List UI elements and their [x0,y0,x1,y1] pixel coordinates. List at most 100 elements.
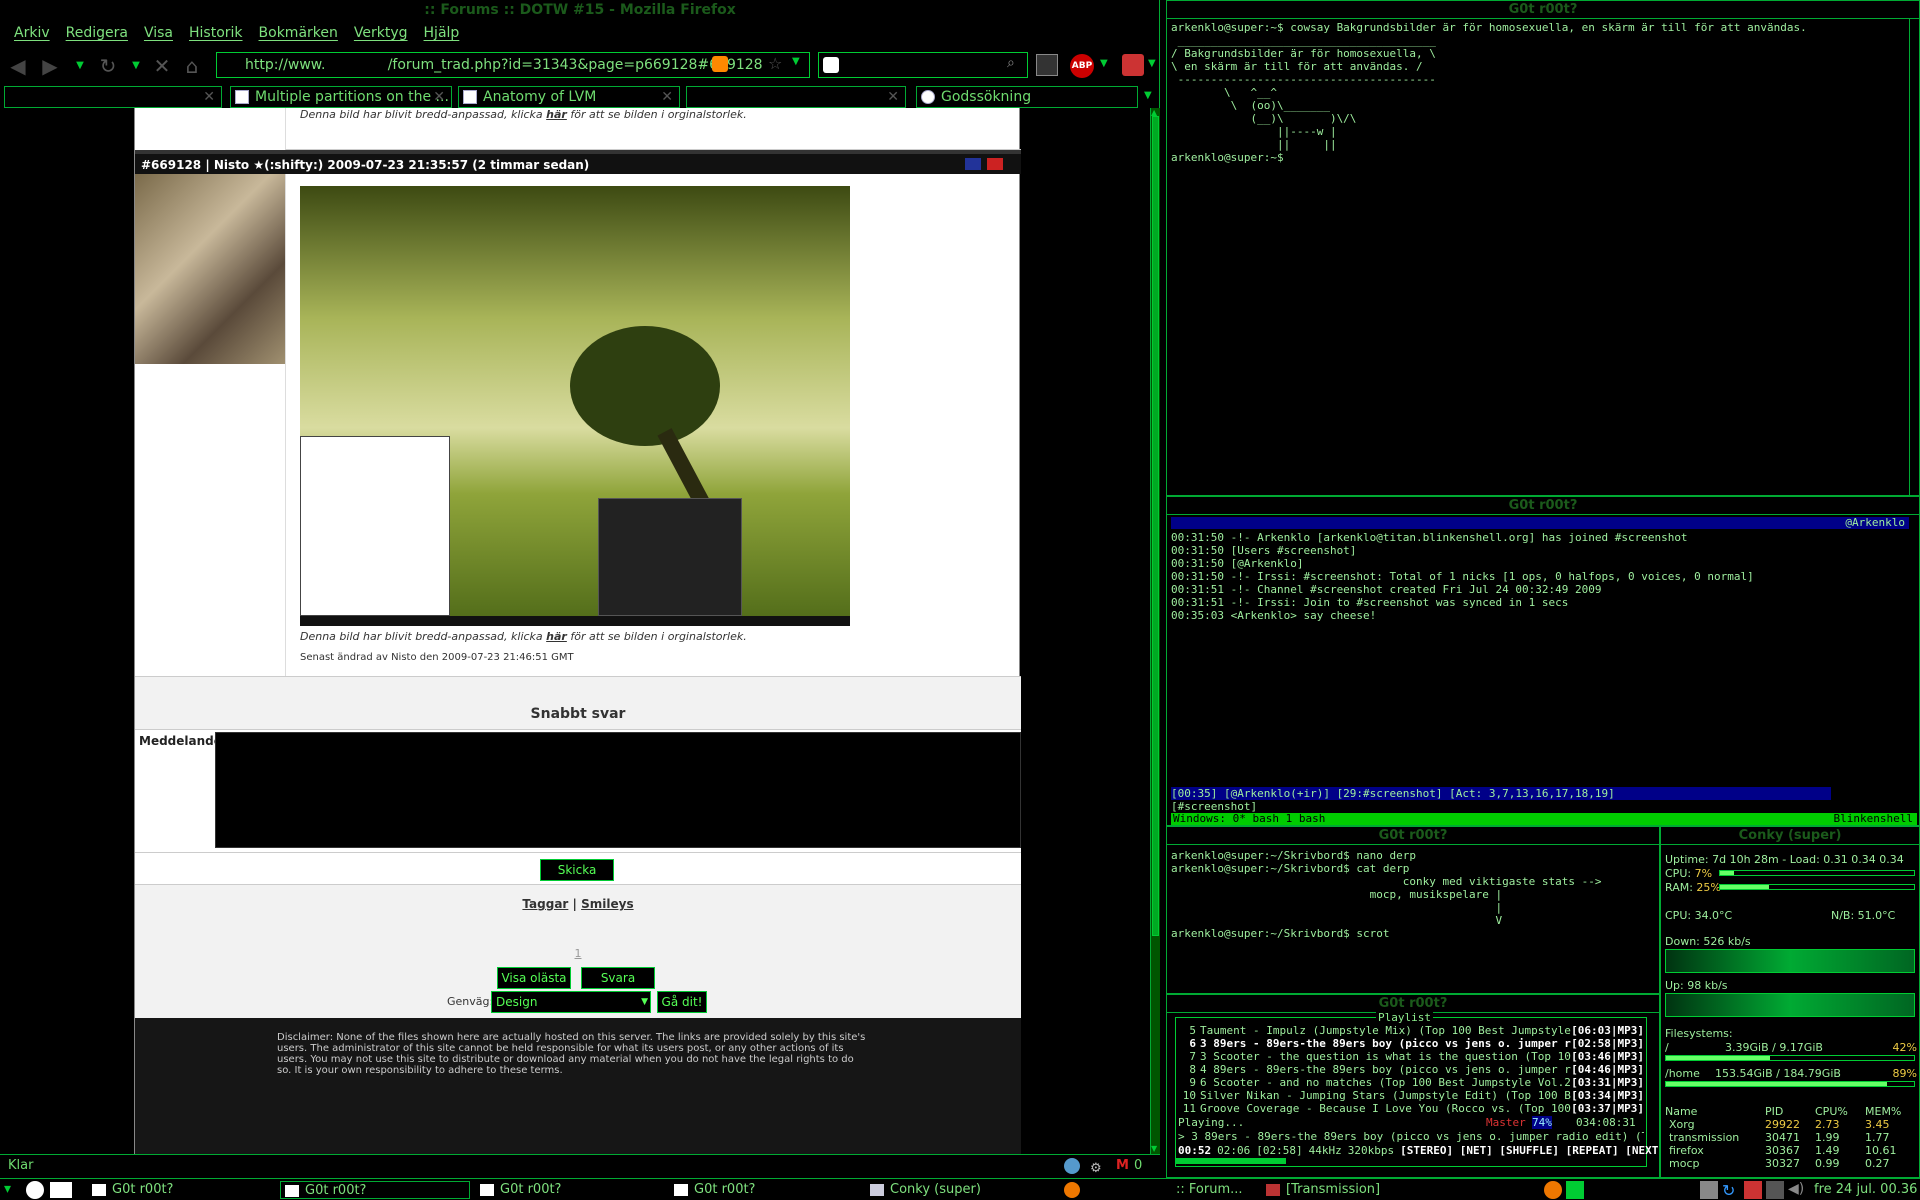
list-item[interactable]: 84 89ers - 89ers-the 89ers boy (picco vs… [1178,1063,1644,1076]
scrollbar[interactable]: ▲ ▼ [1150,108,1160,1154]
menu-visa[interactable]: Visa [136,20,181,46]
close-icon[interactable]: ✕ [203,87,215,107]
close-icon[interactable]: ✕ [661,87,673,107]
menu-bokmarken[interactable]: Bokmärken [251,20,346,46]
tab-list-icon[interactable]: ▼ [1144,90,1152,101]
terminal-irssi[interactable]: G0t r00t? @Arkenklo 00:31:50 -!- Arkenkl… [1166,496,1920,826]
screenshot-image[interactable] [300,186,850,626]
terminal-cowsay[interactable]: G0t r00t? arkenklo@super:~$ cowsay Bakgr… [1166,0,1920,496]
table-row: mocp 30327 0.99 0.27 [1669,1157,1890,1170]
list-item[interactable]: 63 89ers - 89ers-the 89ers boy (picco vs… [1178,1037,1644,1050]
reload-dropdown-icon[interactable]: ▼ [124,54,148,78]
original-size-link[interactable]: här [546,630,567,643]
taskbar-item-transmission[interactable]: [Transmission] [1262,1181,1422,1199]
menu-hjalp[interactable]: Hjälp [416,20,468,46]
show-desktop-icon[interactable] [50,1182,72,1198]
scroll-thumb[interactable] [1152,116,1159,936]
taskbar-item-terminal-2[interactable]: G0t r00t? [280,1181,470,1199]
extension-dropdown-icon[interactable]: ▼ [1148,58,1156,69]
scroll-down-icon[interactable]: ▼ [1151,1144,1160,1154]
terminal-tray-icon[interactable] [1566,1181,1584,1199]
list-item[interactable]: 10 Silver Nikan - Jumping Stars (Jumpstyl… [1178,1089,1644,1102]
tab-empty[interactable]: ✕ [4,86,222,108]
report-icon[interactable] [987,158,1003,170]
message-section: Meddelande [135,730,1021,852]
firefox-tray-icon[interactable] [1544,1181,1562,1199]
firefox-icon[interactable] [1064,1182,1080,1198]
taskbar-item-terminal-4[interactable]: G0t r00t? [670,1181,850,1199]
menu-redigera[interactable]: Redigera [58,20,136,46]
playback-info: 00:52 02:06 [02:58] 44kHz 320kbps [STERE… [1178,1144,1660,1157]
ram-bar-fill [1720,885,1769,889]
quote-icon[interactable] [965,158,981,170]
edited-note: Senast ändrad av Nisto den 2009-07-23 21… [300,652,574,663]
search-icon[interactable]: ⌕ [1007,55,1015,71]
extension-icon[interactable] [1122,54,1144,76]
tab-godssokning[interactable]: Godssökning [916,86,1138,108]
irssi-messages: 00:31:50 -!- Arkenklo [arkenklo@titan.bl… [1171,531,1754,622]
taskbar-item-forum[interactable]: :: Forum... [1152,1181,1262,1199]
reload-icon[interactable]: ↻ [96,54,120,78]
go-button[interactable]: Gå dit! [657,991,707,1013]
mocp-player[interactable]: G0t r00t? Playlist 5 Taument - Impulz (Ju… [1166,994,1660,1178]
shortcut-select[interactable]: Design ▼ [491,991,651,1013]
reply-button[interactable]: Svara [581,967,655,989]
google-icon[interactable] [823,57,839,73]
master-volume[interactable]: 74% [1532,1116,1552,1129]
gmail-icon[interactable]: M [1116,1155,1129,1177]
terminal-output: arkenklo@super:~$ cowsay Bakgrundsbilder… [1171,21,1807,164]
window-icon [480,1184,494,1196]
menu-historik[interactable]: Historik [181,20,251,46]
rss-icon[interactable] [712,56,728,72]
page-number[interactable]: 1 [135,947,1021,960]
terminal-shell[interactable]: G0t r00t? arkenklo@super:~/Skrivbord$ na… [1166,826,1660,994]
list-item[interactable]: 96 Scooter - and no matches (Top 100 Bes… [1178,1076,1644,1089]
world-icon[interactable] [26,1181,44,1199]
menu-arkiv[interactable]: Arkiv [6,20,58,46]
bookmark-star-icon[interactable]: ☆ [768,54,782,73]
menu-icon[interactable]: ▾ [4,1181,22,1199]
close-icon[interactable]: ✕ [433,87,445,107]
tab-multiple-partitions[interactable]: Multiple partitions on the ... ✕ [230,86,452,108]
url-dropdown-icon[interactable]: ▼ [792,56,800,67]
menubar: Arkiv Redigera Visa Historik Bokmärken V… [0,20,1160,46]
adblock-dropdown-icon[interactable]: ▼ [1100,58,1108,69]
nb-temp: N/B: 51.0°C [1831,909,1896,922]
display-tray-icon[interactable] [1766,1181,1784,1199]
taskbar-item-terminal-3[interactable]: G0t r00t? [476,1181,656,1199]
tags-link[interactable]: Taggar [522,897,568,911]
adblock-icon[interactable]: ABP [1070,54,1094,78]
chevron-down-icon: ▼ [641,997,648,1007]
menu-verktyg[interactable]: Verktyg [346,20,416,46]
list-item[interactable]: 73 Scooter - the question is what is the… [1178,1050,1644,1063]
taskbar-item-conky[interactable]: Conky (super) [866,1181,1046,1199]
taskbar-item-terminal-1[interactable]: G0t r00t? [88,1181,268,1199]
history-dropdown-icon[interactable]: ▼ [68,54,92,78]
home-icon[interactable]: ⌂ [180,54,204,78]
tab-anatomy-of-lvm[interactable]: Anatomy of LVM ✕ [458,86,680,108]
stop-icon[interactable]: ✕ [150,54,174,78]
download-tray-icon[interactable] [1744,1181,1762,1199]
tab-forum-active[interactable]: ✕ [686,86,906,108]
list-item[interactable]: 5 Taument - Impulz (Jumpstyle Mix) (Top 1… [1178,1024,1644,1037]
terminal-scrollbar[interactable] [1909,19,1919,495]
volume-icon[interactable]: ◀) [1788,1181,1806,1199]
globe-icon[interactable] [1064,1158,1080,1174]
back-icon[interactable]: ◀ [6,54,30,78]
gear-icon[interactable]: ⚙ [1090,1158,1106,1176]
list-item[interactable]: 11 Groove Coverage - Because I Love You (… [1178,1102,1644,1115]
send-button[interactable]: Skicka [540,859,614,881]
smileys-link[interactable]: Smileys [581,897,633,911]
playback-progress[interactable] [1176,1158,1286,1164]
forward-icon[interactable]: ▶ [38,54,62,78]
original-size-link[interactable]: här [546,108,567,121]
windows-icon[interactable] [1036,54,1058,76]
uptime: Uptime: 7d 10h 28m - Load: 0.31 0.34 0.3… [1665,853,1904,866]
update-tray-icon[interactable]: ↻ [1722,1181,1740,1200]
fs-home-bar [1665,1081,1915,1087]
show-unread-button[interactable]: Visa olästa [497,967,571,989]
search-input[interactable]: ⌕ [818,52,1028,78]
network-tray-icon[interactable] [1700,1181,1718,1199]
message-textarea[interactable] [215,732,1021,848]
close-icon[interactable]: ✕ [887,87,899,107]
